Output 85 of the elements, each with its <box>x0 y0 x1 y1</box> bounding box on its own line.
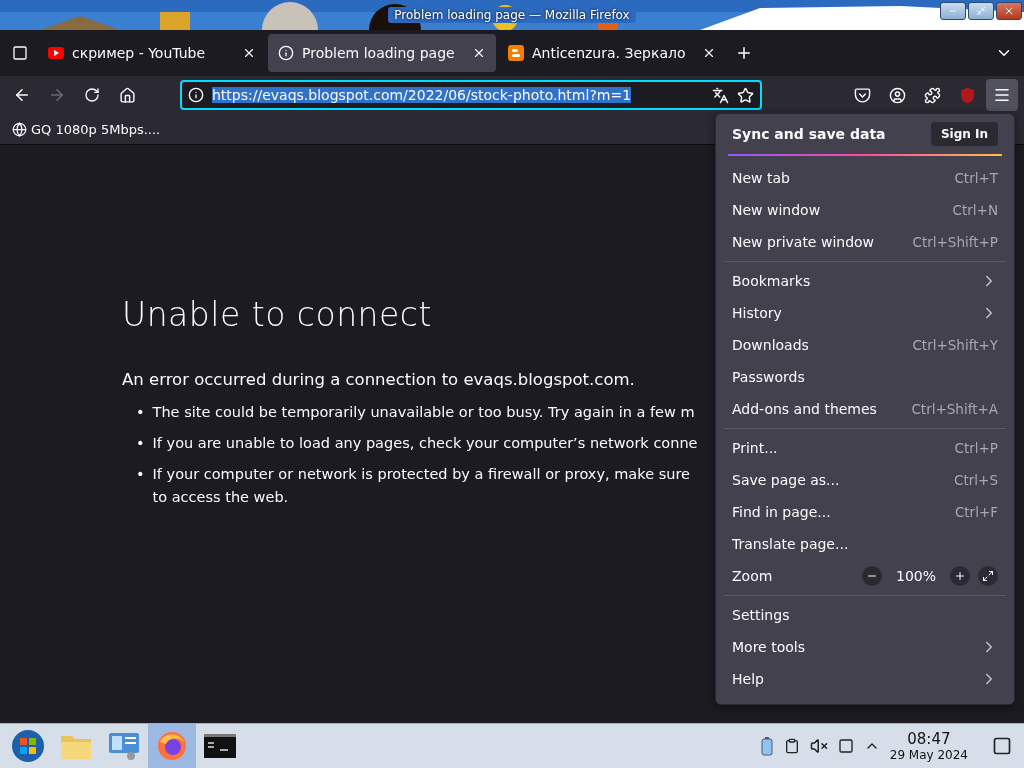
terminal-icon <box>204 734 236 758</box>
expand-icon <box>982 570 994 582</box>
control-panel-icon <box>107 731 141 761</box>
menu-item[interactable]: Downloads Ctrl+Shift+Y <box>724 329 1006 361</box>
menu-item[interactable]: New private window Ctrl+Shift+P <box>724 226 1006 258</box>
menu-item[interactable]: Bookmarks <box>724 265 1006 297</box>
bullet: • <box>136 465 145 484</box>
sign-in-button[interactable]: Sign In <box>930 122 998 146</box>
minimize-button[interactable] <box>940 2 966 20</box>
menu-item[interactable]: Print... Ctrl+P <box>724 432 1006 464</box>
menu-item[interactable]: Passwords <box>724 361 1006 393</box>
window-title: Problem loading page — Mozilla Firefox <box>388 7 636 23</box>
menu-item[interactable]: Help <box>724 663 1006 695</box>
menu-item[interactable]: Add-ons and themes Ctrl+Shift+A <box>724 393 1006 425</box>
info-icon <box>278 45 294 61</box>
list-item-text: If you are unable to load any pages, check your computer’s network conne <box>152 434 698 453</box>
browser-tab[interactable]: скример - YouTube <box>38 34 266 72</box>
info-icon <box>188 87 204 103</box>
bullet: • <box>136 403 145 422</box>
browser-tab[interactable]: Anticenzura. Зеркало <box>498 34 726 72</box>
bookmark-item[interactable]: GQ 1080p 5Mbps.... <box>12 121 161 137</box>
firefox-icon <box>156 730 188 762</box>
menu-item[interactable]: New tab Ctrl+T <box>724 162 1006 194</box>
browser-tab[interactable]: Problem loading page <box>268 34 496 72</box>
pocket-icon <box>853 86 871 104</box>
shortcut-label: Ctrl+Shift+P <box>912 234 998 250</box>
shortcut-label: Ctrl+P <box>954 440 998 456</box>
restore-icon <box>976 6 986 16</box>
menu-item[interactable]: More tools <box>724 631 1006 663</box>
start-orb-icon <box>11 729 45 763</box>
shortcut-label: Ctrl+Shift+A <box>911 401 998 417</box>
menu-item[interactable]: Find in page... Ctrl+F <box>724 496 1006 528</box>
maximize-button[interactable] <box>968 2 994 20</box>
shortcut-label: Ctrl+Shift+Y <box>912 337 998 353</box>
user-icon <box>888 86 906 104</box>
tab-title: скример - YouTube <box>72 45 207 61</box>
reload-icon <box>84 87 100 103</box>
shortcut-label: Ctrl+T <box>954 170 998 186</box>
blog-icon <box>508 45 524 61</box>
close-icon <box>242 46 256 60</box>
home-icon <box>118 86 136 104</box>
muted-speaker-icon <box>809 737 828 755</box>
shortcut-label: Ctrl+S <box>954 472 998 488</box>
zoom-label: Zoom <box>732 568 773 584</box>
zoom-value[interactable]: 100% <box>895 568 936 584</box>
error-message: An error occurred during a connection to evaqs.blogspot.com. <box>122 370 635 389</box>
translate-icon <box>712 86 729 104</box>
list-item-text: If your computer or network is protected by a firewall or proxy, make sure to access the web. <box>152 465 690 507</box>
close-icon <box>702 46 716 60</box>
list-item-text: The site could be temporarily unavailable or too busy. Try again in a few m <box>152 403 695 422</box>
close-icon <box>1003 5 1015 17</box>
menu-item[interactable]: History <box>724 297 1006 329</box>
menu-icon <box>993 86 1011 104</box>
error-heading: Unable to connect <box>122 295 432 334</box>
menu-item[interactable]: Settings <box>724 599 1006 631</box>
url-text: https://evaqs.blogspot.com/2022/06/stock-photo.html?m=1 <box>212 87 632 103</box>
arrow-right-icon <box>48 86 66 104</box>
star-icon <box>737 86 754 104</box>
close-button[interactable] <box>996 2 1022 20</box>
menu-header: Sync and save data <box>732 126 886 142</box>
bullet: • <box>136 434 145 453</box>
show-desktop-icon <box>992 736 1012 756</box>
shortcut-label: Ctrl+N <box>952 202 998 218</box>
plus-icon <box>735 44 753 62</box>
zoom-in-button[interactable] <box>950 566 970 586</box>
clipboard-icon <box>783 738 800 754</box>
fullscreen-button[interactable] <box>978 566 998 586</box>
menu-button[interactable] <box>986 79 1018 111</box>
tab-list-icon <box>12 45 28 61</box>
tab-title: Problem loading page <box>302 45 456 61</box>
clock[interactable]: 08:47 29 May 2024 <box>889 730 968 762</box>
battery-icon <box>759 736 774 756</box>
globe-icon <box>12 121 27 137</box>
menu-item[interactable]: New window Ctrl+N <box>724 194 1006 226</box>
address-field[interactable]: https://evaqs.blogspot.com/2022/06/stock-photo.html?m=1 <box>180 80 762 110</box>
tab-title: Anticenzura. Зеркало <box>532 45 687 61</box>
puzzle-icon <box>923 86 941 104</box>
zoom-out-button[interactable] <box>861 566 882 586</box>
menu-item[interactable]: Save page as... Ctrl+S <box>724 464 1006 496</box>
shortcut-label: Ctrl+F <box>954 504 998 520</box>
close-icon <box>472 46 486 60</box>
plus-icon <box>954 570 966 582</box>
video-play-icon <box>48 47 64 59</box>
shield-icon <box>958 86 976 104</box>
menu-item[interactable]: Translate page... <box>724 528 1006 560</box>
